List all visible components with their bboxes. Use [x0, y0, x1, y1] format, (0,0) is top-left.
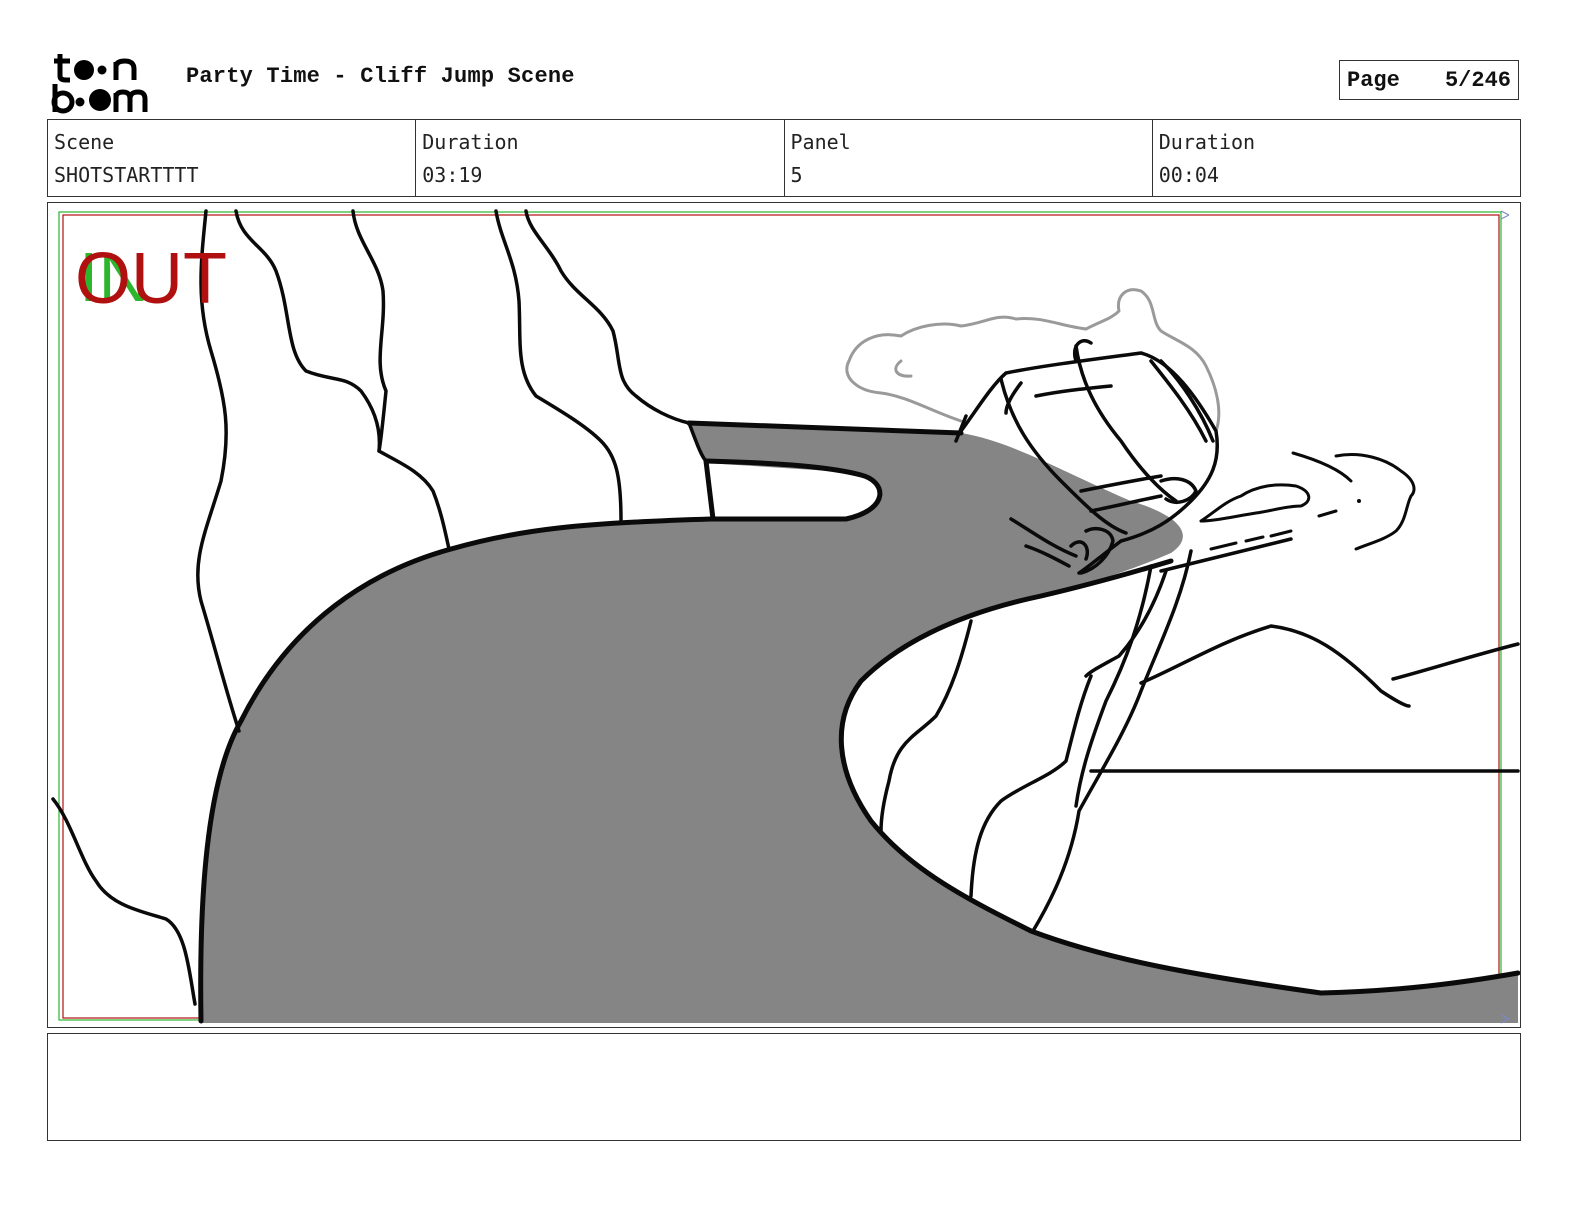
panel-value: 5	[790, 163, 803, 187]
panel-notes-box	[47, 1033, 1521, 1141]
page-label: Page	[1347, 67, 1400, 93]
panel-drawing: IN OUT	[51, 209, 1520, 1024]
scene-duration-value: 03:19	[422, 163, 483, 187]
exhaust-trail	[1291, 451, 1416, 551]
scene-label: Scene	[54, 130, 115, 154]
rock-line-mid-2	[969, 674, 1093, 898]
cliff-line-left-low	[51, 797, 197, 1006]
corner-ticks	[1500, 210, 1510, 1024]
panel-cell: Panel 5	[783, 120, 1152, 196]
cliff-line-5	[524, 209, 708, 463]
rock-line-mid-4	[1031, 549, 1193, 933]
scene-duration-cell: Duration 03:19	[415, 120, 783, 196]
speed-dash-2	[1269, 529, 1293, 538]
exhaust-puff	[1199, 483, 1311, 523]
panel-duration-cell: Duration 00:04	[1151, 120, 1520, 196]
panel-duration-label: Duration	[1158, 130, 1256, 154]
speed-dot	[1357, 499, 1361, 503]
cliff-line-3	[351, 209, 451, 551]
panel-info-table: Scene SHOTSTARTTTT Duration 03:19 Panel …	[47, 119, 1521, 197]
scene-value: SHOTSTARTTTT	[54, 163, 199, 187]
toon-boom-logo	[51, 54, 148, 114]
document-title: Party Time - Cliff Jump Scene	[186, 64, 575, 89]
page-indicator: Page 5/246	[1339, 60, 1519, 100]
horizon-line-1	[1139, 624, 1411, 708]
page-number: 5/246	[1444, 67, 1511, 93]
scene-cell: Scene SHOTSTARTTTT	[48, 120, 415, 196]
speed-dash-1	[1317, 509, 1338, 518]
scene-duration-label: Duration	[422, 130, 519, 154]
storyboard-panel: IN OUT	[47, 202, 1521, 1028]
cliff-line-4	[494, 209, 623, 523]
panel-duration-value: 00:04	[1158, 163, 1219, 187]
panel-label: Panel	[790, 130, 851, 154]
road-inner-edge	[703, 458, 716, 522]
cliff-line-2	[234, 209, 382, 453]
dust-cloud	[845, 288, 1221, 433]
out-marker: OUT	[75, 239, 227, 319]
dust-cloud-inner	[894, 359, 913, 378]
